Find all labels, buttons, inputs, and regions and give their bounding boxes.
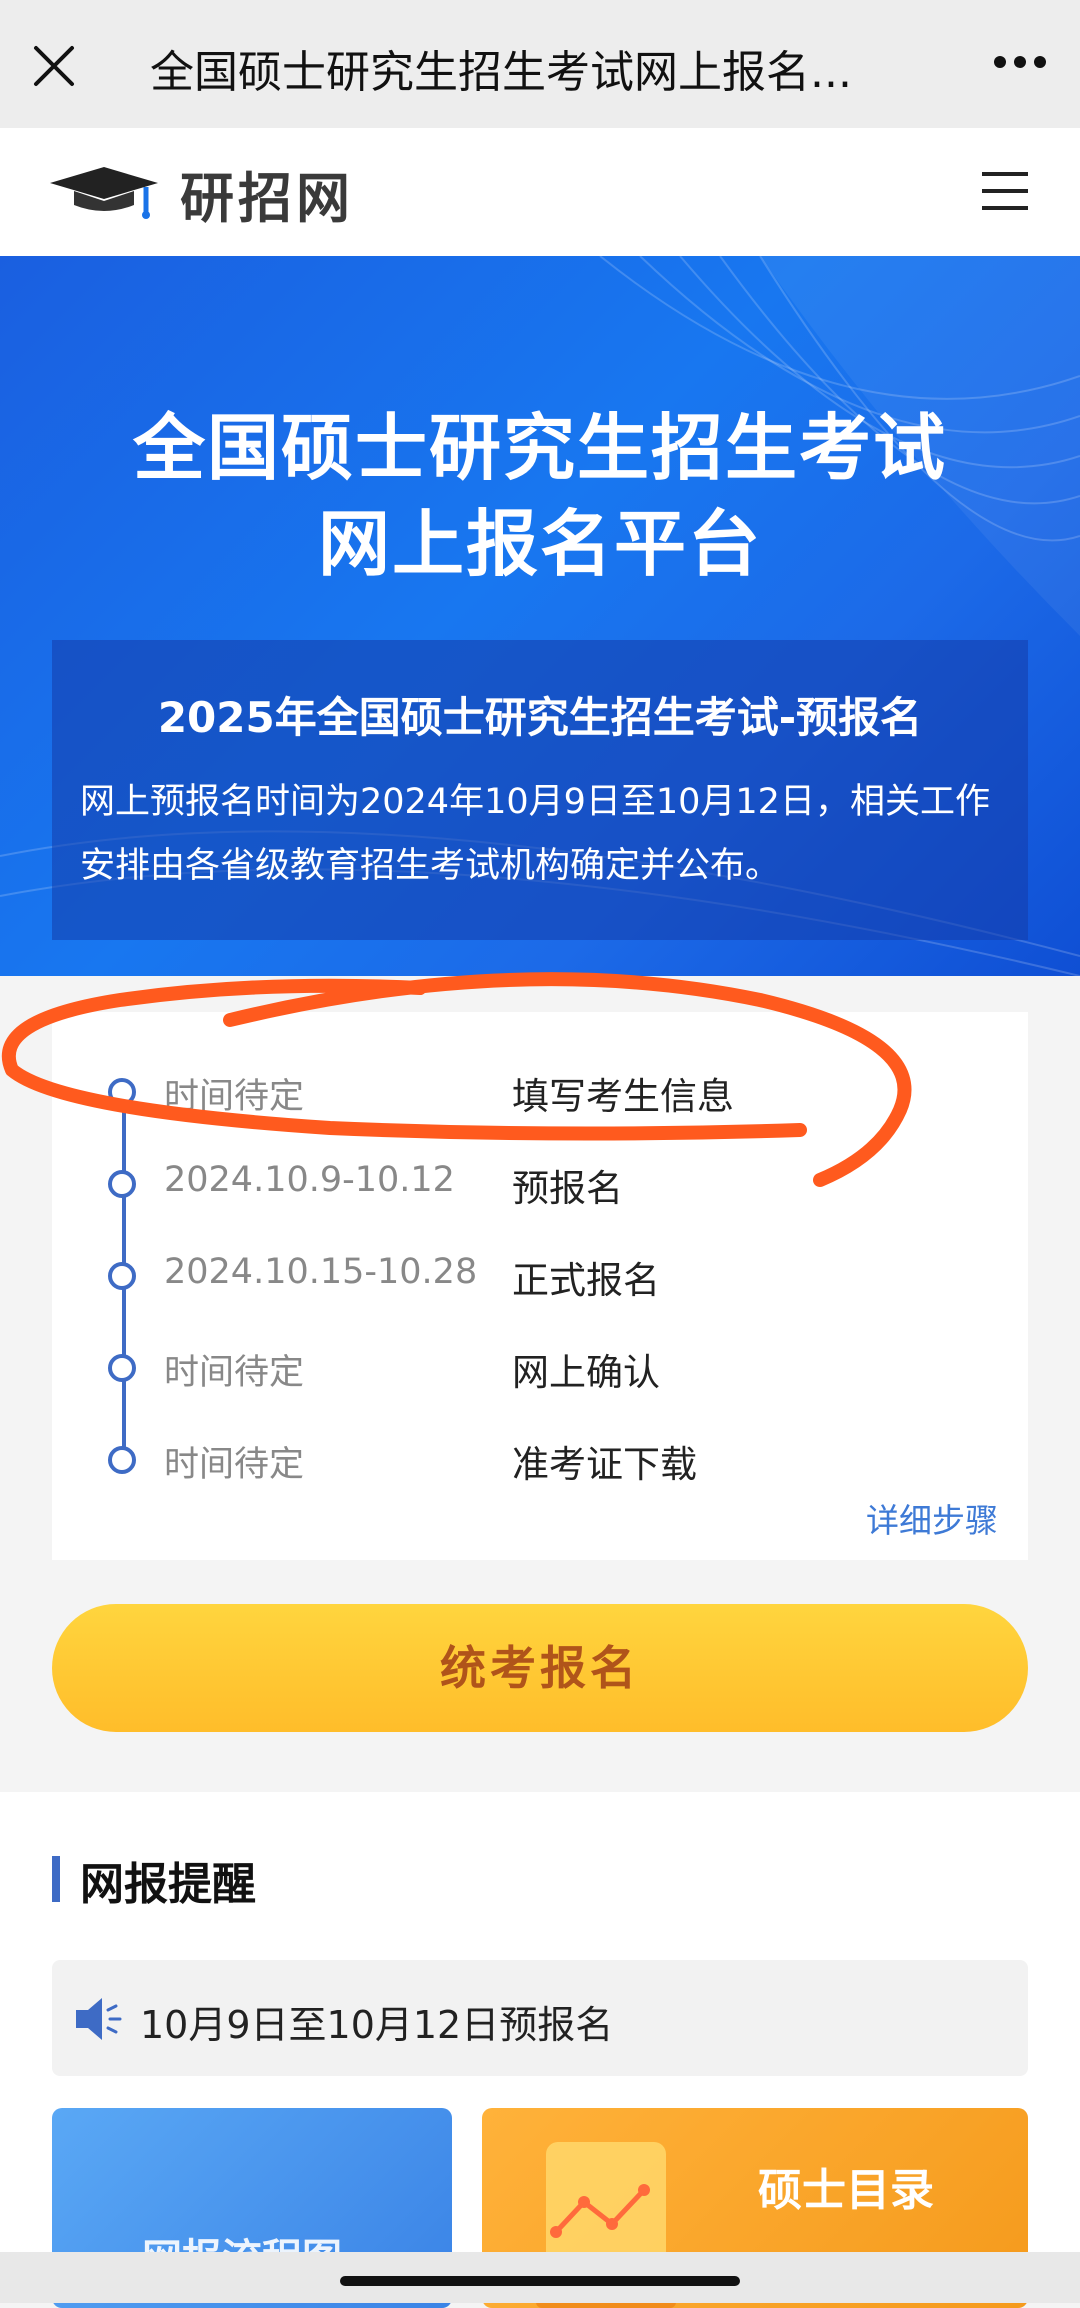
section-accent-bar [52,1856,60,1902]
tile-label: 硕士目录 [758,2165,934,2216]
timeline-dot [108,1446,136,1474]
detail-steps-link[interactable]: 详细步骤 [866,1494,998,1542]
pre-registration-notice: 2025年全国硕士研究生招生考试-预报名 网上预报名时间为2024年10月9日至… [52,640,1028,940]
timeline-item: 时间待定 填写考生信息 [52,1062,1028,1122]
more-options-icon[interactable] [992,54,1048,70]
section-title: 网报提醒 [80,1859,256,1910]
reminders-section: 网报提醒 10月9日至10月12日预报名 网报流程图 硕士目录 [0,1792,1080,2308]
wechat-top-bar: 全国硕士研究生招生考试网上报名... [0,0,1080,128]
banner-title: 全国硕士研究生招生考试 网上报名平台 [0,400,1080,592]
timeline-step: 网上确认 [512,1351,660,1394]
banner-title-line2: 网上报名平台 [317,502,762,586]
timeline-date: 时间待定 [164,1445,305,1485]
unified-exam-registration-button[interactable]: 统考报名 [52,1604,1028,1732]
home-indicator[interactable] [340,2276,740,2286]
timeline-dot [108,1078,136,1106]
logo-text: 研招网 [180,165,354,230]
system-navigation-bar [0,2252,1080,2303]
speaker-icon [76,1998,122,2040]
timeline-step: 预报名 [512,1167,623,1210]
timeline-item: 2024.10.9-10.12 预报名 [52,1154,1028,1214]
announcement-strip[interactable]: 10月9日至10月12日预报名 [52,1960,1028,2076]
timeline-dot [108,1262,136,1290]
close-icon[interactable] [32,44,76,88]
timeline-date: 2024.10.15-10.28 [164,1252,478,1292]
timeline-dot [108,1170,136,1198]
page-title: 全国硕士研究生招生考试网上报名... [150,47,852,98]
site-logo[interactable]: 研招网 [46,158,354,230]
timeline-item: 时间待定 准考证下载 [52,1430,1028,1490]
timeline-step: 准考证下载 [512,1443,697,1486]
notice-body: 网上预报名时间为2024年10月9日至10月12日，相关工作安排由各省级教育招生… [80,782,990,886]
timeline-date: 时间待定 [164,1077,305,1117]
announcement-text: 10月9日至10月12日预报名 [140,2003,614,2047]
site-header: 研招网 [0,128,1080,256]
menu-icon[interactable] [982,170,1028,212]
timeline-date: 时间待定 [164,1353,305,1393]
timeline-item: 2024.10.15-10.28 正式报名 [52,1246,1028,1306]
registration-timeline: 时间待定 填写考生信息 2024.10.9-10.12 预报名 2024.10.… [52,1012,1028,1560]
notice-title: 2025年全国硕士研究生招生考试-预报名 [157,693,923,742]
graduation-cap-icon [50,167,158,219]
timeline-step: 填写考生信息 [512,1075,734,1118]
timeline-dot [108,1354,136,1382]
banner-title-line1: 全国硕士研究生招生考试 [132,406,947,490]
timeline-date: 2024.10.9-10.12 [164,1160,455,1200]
hero-banner: 全国硕士研究生招生考试 网上报名平台 2025年全国硕士研究生招生考试-预报名 … [0,256,1080,976]
timeline-step: 正式报名 [512,1259,660,1302]
timeline-item: 时间待定 网上确认 [52,1338,1028,1398]
